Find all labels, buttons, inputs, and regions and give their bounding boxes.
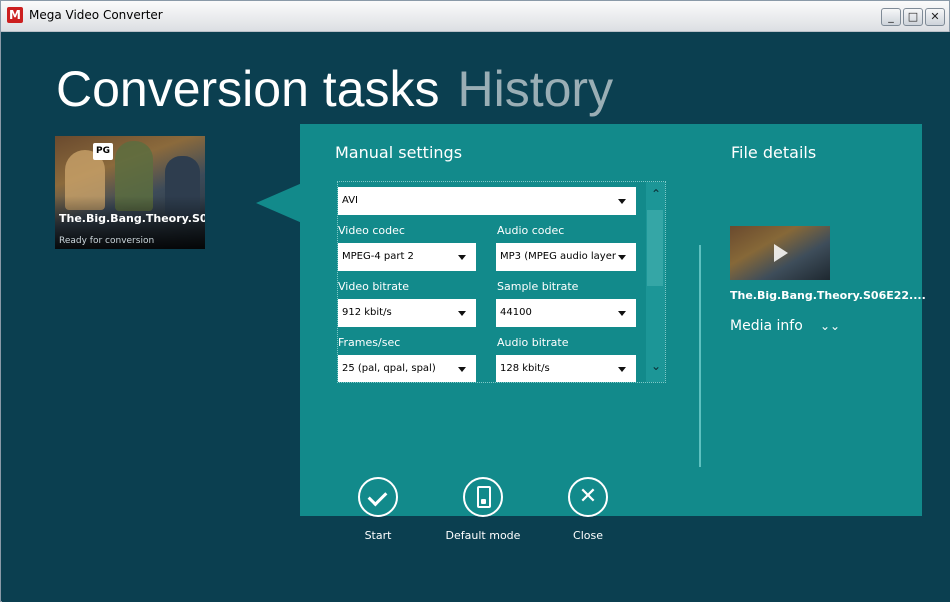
frames-sec-label: Frames/sec	[338, 336, 401, 349]
scroll-up-icon[interactable]: ⌃	[651, 188, 661, 200]
scroll-down-icon[interactable]: ⌄	[651, 360, 661, 372]
audio-bitrate-value: 128 kbit/s	[500, 363, 550, 374]
window-title: Mega Video Converter	[29, 8, 163, 22]
play-icon[interactable]	[774, 244, 788, 262]
panel-pointer	[256, 183, 302, 223]
dropdown-arrow-icon	[458, 255, 466, 260]
sample-bitrate-label: Sample bitrate	[497, 280, 579, 293]
rating-badge: PG	[93, 143, 113, 160]
start-button[interactable]: Start	[328, 477, 428, 542]
device-icon	[477, 486, 491, 508]
check-icon	[367, 486, 388, 507]
chevron-double-down-icon[interactable]: ⌄⌄	[820, 320, 840, 332]
dropdown-arrow-icon	[618, 255, 626, 260]
app-window: M Mega Video Converter _ □ ✕ Conversion …	[0, 0, 950, 602]
close-icon: ✕	[578, 484, 598, 509]
audio-codec-label: Audio codec	[497, 224, 565, 237]
task-status: Ready for conversion	[59, 236, 155, 246]
dropdown-arrow-icon	[458, 311, 466, 316]
sample-bitrate-select[interactable]: 44100	[496, 299, 636, 327]
video-bitrate-value: 912 kbit/s	[342, 307, 392, 318]
default-mode-circle[interactable]	[463, 477, 503, 517]
default-mode-label: Default mode	[445, 529, 521, 542]
task-tile[interactable]: PG The.Big.Bang.Theory.S06E... Ready for…	[55, 136, 205, 249]
dropdown-arrow-icon	[618, 367, 626, 372]
scrollbar-thumb[interactable]	[647, 210, 663, 286]
start-label: Start	[364, 529, 392, 542]
file-thumbnail[interactable]	[730, 226, 830, 280]
file-details-title: File details	[731, 143, 817, 162]
task-title: The.Big.Bang.Theory.S06E...	[59, 212, 205, 225]
frames-sec-value: 25 (pal, qpal, spal)	[342, 363, 436, 374]
video-codec-select[interactable]: MPEG-4 part 2	[338, 243, 476, 271]
audio-codec-value: MP3 (MPEG audio layer	[500, 251, 616, 262]
dropdown-arrow-icon	[458, 367, 466, 372]
app-logo-icon: M	[7, 7, 23, 23]
maximize-button[interactable]: □	[903, 8, 923, 26]
dropdown-arrow-icon	[618, 311, 626, 316]
main-content: Conversion tasks History PG The.Big.Bang.…	[2, 32, 950, 602]
close-button[interactable]: ✕ Close	[538, 477, 638, 542]
format-value: AVI	[342, 195, 358, 206]
start-circle[interactable]	[358, 477, 398, 517]
audio-codec-select[interactable]: MP3 (MPEG audio layer	[496, 243, 636, 271]
default-mode-button[interactable]: Default mode	[433, 477, 533, 542]
close-label: Close	[573, 529, 603, 542]
tab-conversion-tasks[interactable]: Conversion tasks	[56, 61, 440, 117]
panel-divider	[699, 245, 701, 467]
frames-sec-select[interactable]: 25 (pal, qpal, spal)	[338, 355, 476, 382]
video-codec-value: MPEG-4 part 2	[342, 251, 414, 262]
settings-panel: Manual settings File details AVI Video c…	[300, 124, 926, 542]
audio-bitrate-select[interactable]: 128 kbit/s	[496, 355, 636, 382]
file-name: The.Big.Bang.Theory.S06E22....	[730, 289, 926, 302]
dropdown-arrow-icon	[618, 199, 626, 204]
close-circle[interactable]: ✕	[568, 477, 608, 517]
page-heading: Conversion tasks History	[56, 60, 613, 118]
video-bitrate-label: Video bitrate	[338, 280, 410, 293]
minimize-button[interactable]: _	[881, 8, 901, 26]
sample-bitrate-value: 44100	[500, 307, 532, 318]
media-info-toggle[interactable]: Media info	[730, 318, 803, 334]
manual-settings-title: Manual settings	[335, 143, 463, 162]
settings-scroll-area[interactable]: AVI Video codec MPEG-4 part 2 Audio code…	[337, 181, 666, 383]
video-bitrate-select[interactable]: 912 kbit/s	[338, 299, 476, 327]
video-codec-label: Video codec	[338, 224, 405, 237]
title-bar[interactable]: M Mega Video Converter _ □ ✕	[1, 1, 949, 32]
close-window-button[interactable]: ✕	[925, 8, 945, 26]
settings-scrollbar[interactable]: ⌃ ⌄	[646, 182, 665, 382]
format-select[interactable]: AVI	[338, 187, 636, 215]
audio-bitrate-label: Audio bitrate	[497, 336, 569, 349]
tab-history[interactable]: History	[458, 61, 614, 117]
